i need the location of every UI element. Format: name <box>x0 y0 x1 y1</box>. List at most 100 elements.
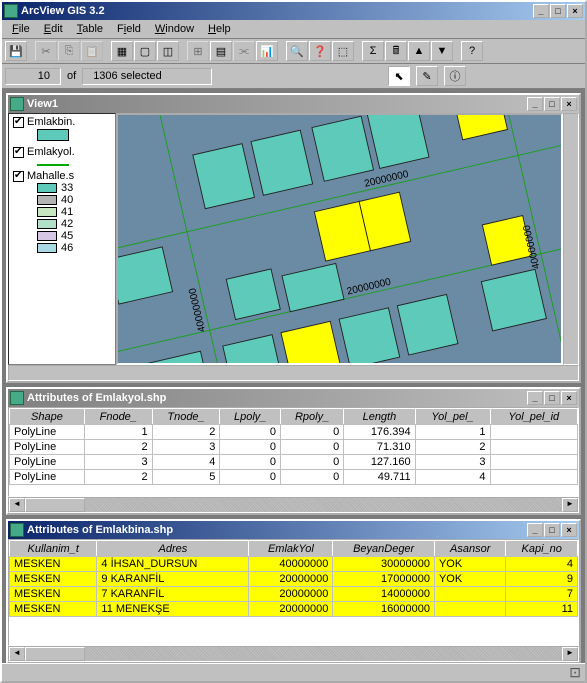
cell: 0 <box>220 425 281 440</box>
app-title: ArcView GIS 3.2 <box>21 5 532 17</box>
of-label: of <box>67 70 76 82</box>
identify-tool[interactable]: ⓘ <box>444 66 466 86</box>
table2-titlebar[interactable]: Attributes of Emlakbina.shp _ □ × <box>8 521 579 539</box>
table1-min[interactable]: _ <box>527 391 543 405</box>
column-header[interactable]: Fnode_ <box>84 409 152 425</box>
cell: 11 MENEKŞE <box>97 602 249 617</box>
table2-grid[interactable]: Kullanim_tAdresEmlakYolBeyanDegerAsansor… <box>8 539 579 646</box>
cell: 2 <box>84 440 152 455</box>
table-of-contents[interactable]: Emlakbin.Emlakyol.Mahalle.s334041424546 <box>8 113 116 365</box>
table1-hscroll[interactable]: ◄► <box>8 497 579 513</box>
toc-layer[interactable]: Emlakbin. <box>9 114 115 144</box>
cell: 14000000 <box>333 587 435 602</box>
view-icon <box>10 97 24 111</box>
table1-window: Attributes of Emlakyol.shp _ □ × ShapeFn… <box>6 387 581 515</box>
view-min-button[interactable]: _ <box>527 97 543 111</box>
menu-help[interactable]: Help <box>202 22 237 36</box>
map-vscroll[interactable] <box>563 113 579 365</box>
toc-layer[interactable]: Mahalle.s334041424546 <box>9 168 115 256</box>
sort-asc-button[interactable]: ▲ <box>408 41 430 61</box>
table2-close[interactable]: × <box>561 523 577 537</box>
cell: MESKEN <box>10 557 97 572</box>
cell: 3 <box>152 440 220 455</box>
column-header[interactable]: Asansor <box>434 541 505 557</box>
table2-min[interactable]: _ <box>527 523 543 537</box>
chart-button[interactable]: 📊 <box>256 41 278 61</box>
zoom-sel-button[interactable]: ⬚ <box>332 41 354 61</box>
current-record: 10 <box>5 68 61 85</box>
column-header[interactable]: Lpoly_ <box>220 409 281 425</box>
menu-window[interactable]: Window <box>149 22 200 36</box>
column-header[interactable]: Rpoly_ <box>280 409 343 425</box>
map-hscroll[interactable] <box>8 365 579 381</box>
menu-file[interactable]: File <box>6 22 36 36</box>
table-row[interactable]: PolyLine3400127.1603 <box>10 455 578 470</box>
map-svg: 20000000 20000000 40000000 40000000 <box>118 115 561 363</box>
column-header[interactable]: Shape <box>10 409 85 425</box>
table2-max[interactable]: □ <box>544 523 560 537</box>
map-canvas[interactable]: 20000000 20000000 40000000 40000000 <box>116 113 563 365</box>
cut-button: ✂ <box>35 41 57 61</box>
view-close-button[interactable]: × <box>561 97 577 111</box>
column-header[interactable]: Tnode_ <box>152 409 220 425</box>
menu-edit[interactable]: Edit <box>38 22 69 36</box>
table-row[interactable]: PolyLine1200176.3941 <box>10 425 578 440</box>
cell: MESKEN <box>10 602 97 617</box>
cell: PolyLine <box>10 455 85 470</box>
table1-close[interactable]: × <box>561 391 577 405</box>
cell: 0 <box>220 470 281 485</box>
table-row[interactable]: MESKEN7 KARANFİL20000000140000007 <box>10 587 578 602</box>
layer-checkbox[interactable] <box>13 147 24 158</box>
table-row[interactable]: MESKEN11 MENEKŞE200000001600000011 <box>10 602 578 617</box>
calc-button[interactable]: 🖩 <box>385 41 407 61</box>
column-header[interactable]: Length <box>344 409 415 425</box>
table1-titlebar[interactable]: Attributes of Emlakyol.shp _ □ × <box>8 389 579 407</box>
column-header[interactable]: EmlakYol <box>249 541 333 557</box>
column-header[interactable]: Yol_pel_id <box>490 409 578 425</box>
table-row[interactable]: PolyLine250049.7114 <box>10 470 578 485</box>
menu-field[interactable]: Field <box>111 22 147 36</box>
table1-max[interactable]: □ <box>544 391 560 405</box>
sum-button[interactable]: Σ <box>362 41 384 61</box>
find-button[interactable]: 🔍 <box>286 41 308 61</box>
column-header[interactable]: Adres <box>97 541 249 557</box>
menu-table[interactable]: Table <box>71 22 109 36</box>
layer-checkbox[interactable] <box>13 117 24 128</box>
column-header[interactable]: BeyanDeger <box>333 541 435 557</box>
table1-grid[interactable]: ShapeFnode_Tnode_Lpoly_Rpoly_LengthYol_p… <box>8 407 579 497</box>
layer-checkbox[interactable] <box>13 171 24 182</box>
layer-name: Mahalle.s <box>27 170 74 182</box>
select-all-button[interactable]: ▦ <box>111 41 133 61</box>
help-button[interactable]: ? <box>461 41 483 61</box>
column-header[interactable]: Kullanim_t <box>10 541 97 557</box>
maximize-button[interactable]: □ <box>550 4 566 18</box>
minimize-button[interactable]: _ <box>533 4 549 18</box>
column-header[interactable]: Yol_pel_ <box>415 409 490 425</box>
promote-button[interactable]: ▤ <box>210 41 232 61</box>
table-row[interactable]: PolyLine230071.3102 <box>10 440 578 455</box>
view-titlebar[interactable]: View1 _ □ × <box>8 95 579 113</box>
select-none-button[interactable]: ▢ <box>134 41 156 61</box>
toc-layer[interactable]: Emlakyol. <box>9 144 115 168</box>
cell: 0 <box>220 455 281 470</box>
cell: 7 <box>506 587 578 602</box>
edit-tool[interactable]: ✎ <box>416 66 438 86</box>
table2-hscroll[interactable]: ◄► <box>8 646 579 662</box>
layer-swatch <box>37 129 69 141</box>
column-header[interactable]: Kapi_no <box>506 541 578 557</box>
table-row[interactable]: MESKEN9 KARANFİL2000000017000000YOK9 <box>10 572 578 587</box>
view-max-button[interactable]: □ <box>544 97 560 111</box>
query-button[interactable]: ❓ <box>309 41 331 61</box>
sort-desc-button[interactable]: ▼ <box>431 41 453 61</box>
save-button[interactable]: 💾 <box>5 41 27 61</box>
cell <box>490 470 578 485</box>
switch-sel-button[interactable]: ◫ <box>157 41 179 61</box>
selected-count: 1306 selected <box>82 68 212 85</box>
close-button[interactable]: × <box>567 4 583 18</box>
cell: 4 İHSAN_DURSUN <box>97 557 249 572</box>
add-field-button: ⊞ <box>187 41 209 61</box>
app-icon <box>4 4 18 18</box>
pointer-tool[interactable]: ⬉ <box>388 66 410 86</box>
cell: 30000000 <box>333 557 435 572</box>
table-row[interactable]: MESKEN4 İHSAN_DURSUN4000000030000000YOK4 <box>10 557 578 572</box>
